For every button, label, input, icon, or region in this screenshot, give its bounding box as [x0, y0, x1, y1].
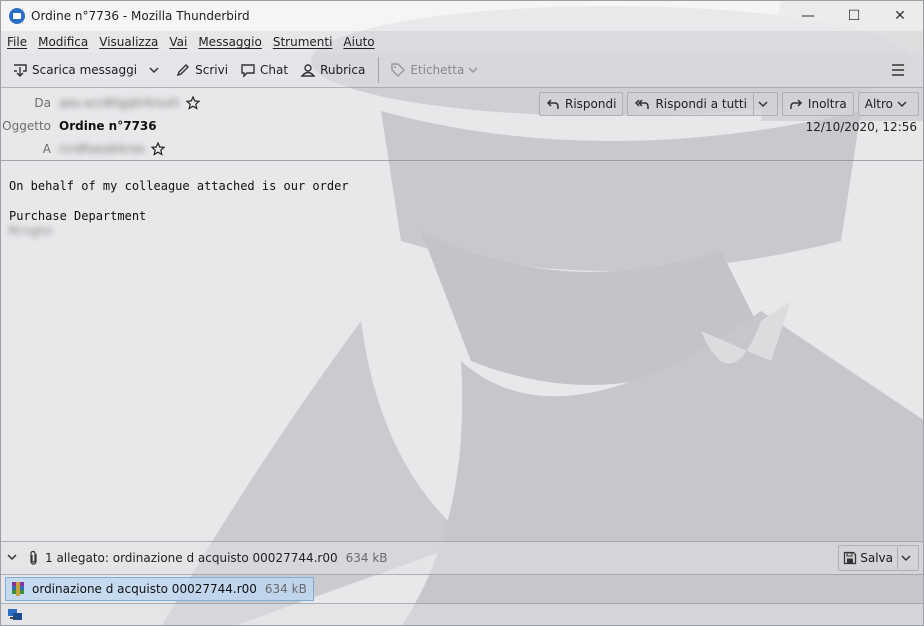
window-title: Ordine n°7736 - Mozilla Thunderbird [31, 9, 250, 23]
message-date: 12/10/2020, 12:56 [805, 120, 917, 134]
reply-icon [546, 99, 559, 109]
minimize-button[interactable]: — [785, 1, 831, 31]
address-book-label: Rubrica [320, 63, 366, 77]
forward-icon [790, 99, 802, 109]
menu-aiuto[interactable]: Aiuto [343, 35, 374, 49]
from-value[interactable]: aes-scrdttgqhrkrsxh [59, 96, 180, 110]
body-line: Purchase Department [9, 209, 147, 223]
reply-all-button[interactable]: Rispondi a tutti [627, 92, 778, 116]
network-status-icon[interactable] [7, 608, 23, 622]
tag-label: Etichetta [410, 63, 465, 77]
body-blank-line [9, 194, 915, 209]
maximize-button[interactable]: ☐ [831, 1, 877, 31]
star-icon[interactable] [150, 142, 165, 156]
reply-all-icon [635, 99, 650, 109]
save-dropdown[interactable] [897, 547, 914, 569]
menu-file[interactable]: File [7, 35, 27, 49]
chevron-down-icon [7, 554, 17, 561]
get-messages-label: Scarica messaggi [32, 63, 138, 77]
chevron-down-icon [149, 67, 159, 74]
chat-label: Chat [260, 63, 289, 77]
chevron-down-icon [758, 101, 768, 108]
tag-button[interactable]: Etichetta [385, 56, 487, 84]
main-toolbar: Scarica messaggi Scrivi Chat Rubrica Eti… [1, 53, 923, 88]
more-label: Altro [864, 97, 893, 111]
get-messages-dropdown[interactable] [144, 56, 168, 84]
chevron-down-icon [897, 101, 907, 108]
subject-value: Ordine n°7736 [59, 119, 157, 133]
menu-modifica[interactable]: Modifica [38, 35, 88, 49]
reply-all-label: Rispondi a tutti [655, 97, 747, 111]
thunderbird-logo-icon [9, 8, 25, 24]
write-button[interactable]: Scrivi [170, 56, 233, 84]
message-body[interactable]: On behalf of my colleague attached is ou… [1, 161, 923, 559]
forward-label: Inoltra [807, 97, 847, 111]
header-actions: Rispondi Rispondi a tutti Inoltra Altro [535, 92, 919, 116]
attachment-list: ordinazione d acquisto 00027744.r00 634 … [1, 575, 923, 603]
body-line: On behalf of my colleague attached is ou… [9, 179, 349, 193]
reply-label: Rispondi [564, 97, 617, 111]
title-bar: Ordine n°7736 - Mozilla Thunderbird — ☐ … [1, 1, 923, 31]
menu-messaggio[interactable]: Messaggio [198, 35, 262, 49]
save-icon [844, 551, 857, 565]
menu-bar: File Modifica Visualizza Vai Messaggio S… [1, 31, 923, 53]
reply-all-dropdown[interactable] [752, 93, 777, 115]
paperclip-icon [30, 550, 37, 565]
save-attachment-button[interactable]: Salva [838, 545, 919, 571]
more-button[interactable]: Altro [857, 92, 919, 116]
chevron-down-icon [468, 67, 478, 74]
chevron-down-icon [901, 555, 911, 562]
toolbar-separator [378, 57, 380, 83]
message-header: Da aes-scrdttgqhrkrsxh Oggetto Ordine n°… [1, 88, 923, 161]
app-menu-button[interactable] [885, 56, 915, 84]
archive-file-icon [12, 582, 24, 596]
address-book-button[interactable]: Rubrica [295, 56, 370, 84]
to-value[interactable]: rcrdfsesdrkrso [59, 142, 145, 156]
subject-row: Oggetto Ordine n°7736 [1, 119, 157, 133]
attachment-summary-size: 634 kB [345, 551, 388, 565]
from-label: Da [34, 96, 51, 110]
hamburger-menu-icon [892, 64, 904, 76]
attachment-toggle[interactable] [7, 551, 17, 565]
chat-bubble-icon [241, 64, 255, 78]
forward-button[interactable]: Inoltra [781, 92, 854, 116]
write-label: Scrivi [195, 63, 229, 77]
star-icon[interactable] [185, 96, 200, 110]
menu-vai[interactable]: Vai [169, 35, 187, 49]
menu-visualizza[interactable]: Visualizza [99, 35, 158, 49]
download-icon [14, 64, 27, 77]
attachment-file-size: 634 kB [264, 582, 307, 596]
save-label: Salva [860, 551, 893, 565]
attachment-file-name: ordinazione d acquisto 00027744.r00 [32, 582, 257, 596]
tag-icon [391, 63, 406, 77]
attachment-summary: 1 allegato: ordinazione d acquisto 00027… [45, 551, 338, 565]
from-row: Da aes-scrdttgqhrkrsxh [1, 96, 200, 110]
attachment-bar: 1 allegato: ordinazione d acquisto 00027… [1, 541, 923, 575]
pencil-icon [177, 64, 190, 77]
body-signature: Mrnghn [9, 224, 53, 238]
to-label: A [42, 142, 51, 156]
menu-strumenti[interactable]: Strumenti [273, 35, 333, 49]
chat-button[interactable]: Chat [235, 56, 293, 84]
reply-button[interactable]: Rispondi [538, 92, 624, 116]
attachment-item[interactable]: ordinazione d acquisto 00027744.r00 634 … [5, 577, 314, 601]
to-row: A rcrdfsesdrkrso [1, 142, 165, 156]
status-bar [1, 603, 923, 625]
contacts-icon [300, 64, 316, 77]
thunderbird-window: Ordine n°7736 - Mozilla Thunderbird — ☐ … [0, 0, 924, 626]
close-button[interactable]: ✕ [877, 1, 923, 31]
subject-label: Oggetto [2, 119, 51, 133]
get-messages-button[interactable]: Scarica messaggi [7, 56, 142, 84]
